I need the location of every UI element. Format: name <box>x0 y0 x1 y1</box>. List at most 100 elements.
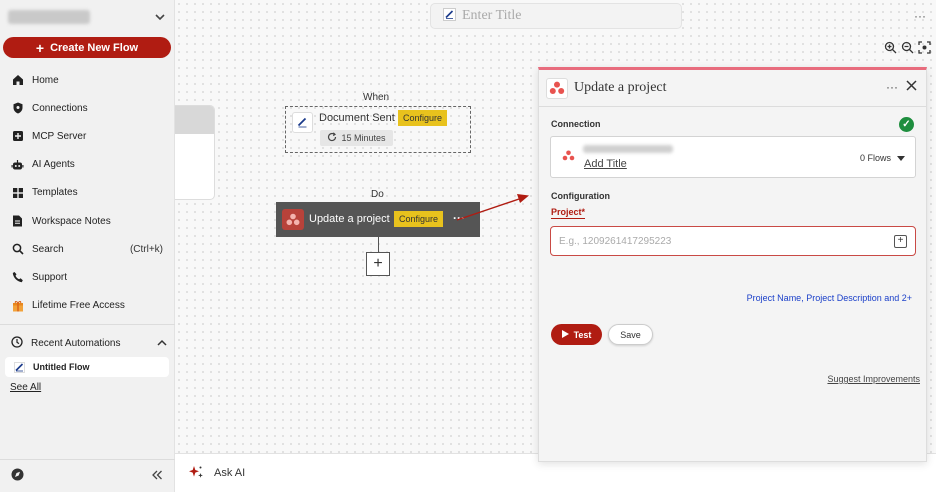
recent-item-label: Untitled Flow <box>33 362 90 372</box>
sidebar-item-lifetime-free-access[interactable]: Lifetime Free Access <box>0 292 175 320</box>
connection-select[interactable]: Add Title 0 Flows <box>550 136 916 178</box>
sidebar-item-label: Support <box>32 271 68 283</box>
zoom-controls <box>883 40 932 54</box>
sidebar-item-workspace-notes[interactable]: Workspace Notes <box>0 207 175 235</box>
clock-icon <box>11 335 23 351</box>
zoom-out-icon[interactable] <box>900 40 915 54</box>
trigger-app-logo-icon <box>292 112 313 133</box>
insert-variable-icon[interactable]: + <box>894 234 907 248</box>
trigger-configure-badge[interactable]: Configure <box>398 110 448 126</box>
sidebar-item-mcp-server[interactable]: MCP Server <box>0 122 175 150</box>
trigger-title: Document Sent <box>319 112 395 124</box>
recent-item-untitled-flow[interactable]: Untitled Flow <box>5 357 169 377</box>
more-options-icon[interactable]: ··· <box>914 9 926 23</box>
sidebar-item-label: Search <box>32 243 64 255</box>
project-field-label: Project* <box>551 207 586 219</box>
collapse-sidebar-icon[interactable] <box>151 469 163 483</box>
add-title-link[interactable]: Add Title <box>584 158 627 170</box>
previous-node-card[interactable] <box>175 105 215 200</box>
asana-logo-icon <box>546 77 568 99</box>
chevron-down-icon <box>155 10 165 24</box>
search-icon <box>11 243 24 256</box>
check-icon: ✓ <box>899 117 914 132</box>
action-configure-badge[interactable]: Configure <box>394 211 444 227</box>
sidebar-item-label: Templates <box>32 187 78 199</box>
sidebar-item-label: MCP Server <box>32 130 87 142</box>
workspace-switcher[interactable] <box>6 5 171 29</box>
sidebar-item-label: Connections <box>32 102 88 114</box>
project-field[interactable]: + <box>550 226 916 256</box>
sidebar-item-label: Home <box>32 74 59 86</box>
compass-icon[interactable] <box>11 468 24 484</box>
do-label: Do <box>371 189 384 200</box>
flow-logo-icon <box>443 8 456 24</box>
see-all-link[interactable]: See All <box>10 382 41 393</box>
configuration-label: Configuration <box>551 191 610 201</box>
connection-name-blurred <box>583 145 673 153</box>
asana-logo-icon <box>282 209 304 230</box>
project-input[interactable] <box>559 235 894 247</box>
sidebar-item-home[interactable]: Home <box>0 66 175 94</box>
recent-automations-header[interactable]: Recent Automations <box>11 335 167 351</box>
connection-label: Connection <box>551 119 601 129</box>
flow-title-input[interactable] <box>462 8 662 24</box>
server-icon <box>11 130 24 143</box>
create-new-flow-button[interactable]: + Create New Flow <box>3 37 171 58</box>
when-label: When <box>363 92 390 103</box>
sidebar-item-label: Workspace Notes <box>32 215 111 227</box>
home-icon <box>11 74 24 87</box>
sidebar-nav: Home Connections MCP Server AI Agents Te… <box>0 66 175 320</box>
connector-line <box>378 237 379 252</box>
sidebar-item-label: Lifetime Free Access <box>32 300 125 312</box>
shield-icon <box>11 102 24 115</box>
sidebar-item-ai-agents[interactable]: AI Agents <box>0 151 175 179</box>
play-icon <box>561 329 569 340</box>
fit-view-icon[interactable] <box>917 40 932 54</box>
arrow-connector <box>456 194 529 221</box>
panel-title: Update a project <box>574 80 667 95</box>
save-button[interactable]: Save <box>608 324 653 345</box>
gift-icon <box>11 299 24 312</box>
flows-count: 0 Flows <box>859 153 891 163</box>
plus-icon: + <box>35 39 45 56</box>
sidebar-footer <box>0 459 175 492</box>
sidebar-divider <box>0 324 175 325</box>
sidebar-item-connections[interactable]: Connections <box>0 94 175 122</box>
phone-icon <box>11 271 24 284</box>
add-step-button[interactable]: + <box>366 252 390 276</box>
recent-automations-label: Recent Automations <box>31 337 121 349</box>
node-config-panel: Update a project ··· Connection ✓ Add Ti… <box>538 67 927 462</box>
sidebar-item-support[interactable]: Support <box>0 263 175 291</box>
create-new-flow-label: Create New Flow <box>50 41 139 54</box>
search-shortcut: (Ctrl+k) <box>129 243 163 255</box>
action-title: Update a project <box>309 213 390 225</box>
sidebar-item-templates[interactable]: Templates <box>0 179 175 207</box>
more-fields-link[interactable]: Project Name, Project Description and 2+ <box>747 293 912 303</box>
flow-title-field[interactable] <box>430 3 682 29</box>
sparkle-icon <box>188 465 204 482</box>
test-button[interactable]: Test <box>551 324 602 345</box>
sidebar-item-search[interactable]: Search (Ctrl+k) <box>0 235 175 263</box>
asana-logo-icon <box>562 150 575 164</box>
caret-down-icon <box>897 153 905 163</box>
ask-ai-label: Ask AI <box>214 467 246 479</box>
refresh-icon <box>327 132 337 144</box>
sidebar: + Create New Flow Home Connections MCP S… <box>0 0 175 492</box>
sidebar-item-label: AI Agents <box>32 159 75 171</box>
flow-logo-icon <box>14 361 25 373</box>
trigger-interval-label: 15 Minutes <box>341 133 386 143</box>
test-label: Test <box>573 329 592 340</box>
note-icon <box>11 215 24 228</box>
workspace-name-blurred <box>8 10 90 24</box>
panel-actions: ··· <box>886 80 917 94</box>
close-icon[interactable] <box>906 80 917 94</box>
grid-icon <box>11 186 24 199</box>
zoom-in-icon[interactable] <box>883 40 898 54</box>
panel-more-icon[interactable]: ··· <box>886 80 898 94</box>
robot-icon <box>11 158 24 171</box>
trigger-interval: 15 Minutes <box>320 130 393 146</box>
chevron-up-icon <box>157 337 167 349</box>
suggest-improvements-link[interactable]: Suggest Improvements <box>827 374 920 384</box>
connection-flows: 0 Flows <box>860 153 905 163</box>
panel-header: Update a project ··· <box>539 70 926 107</box>
